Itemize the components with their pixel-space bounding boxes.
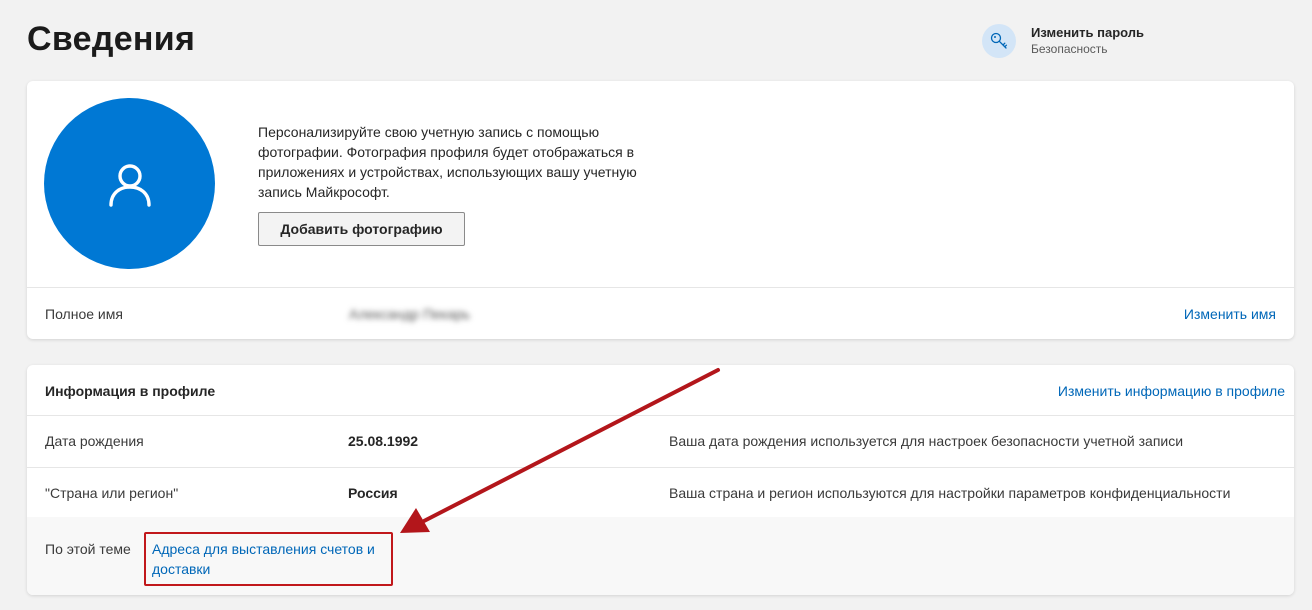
divider	[27, 467, 1294, 468]
full-name-value: Александр Пекарь	[349, 306, 471, 322]
birthdate-description: Ваша дата рождения используется для наст…	[669, 433, 1184, 449]
profile-info-card: Информация в профиле Изменить информацию…	[27, 365, 1294, 595]
key-icon	[982, 24, 1016, 58]
full-name-label: Полное имя	[45, 306, 123, 322]
profile-info-title: Информация в профиле	[45, 383, 216, 399]
edit-profile-info-link[interactable]: Изменить информацию в профиле	[1058, 383, 1285, 399]
page-title: Сведения	[27, 20, 196, 58]
birthdate-label: Дата рождения	[45, 433, 144, 449]
edit-name-link[interactable]: Изменить имя	[1184, 306, 1276, 322]
divider	[27, 415, 1294, 416]
billing-addresses-link[interactable]: Адреса для выставления счетов и доставки	[152, 539, 392, 579]
change-password-title[interactable]: Изменить пароль	[1031, 24, 1144, 41]
change-password-subtitle: Безопасность	[1031, 42, 1108, 56]
profile-photo-card: Персонализируйте свою учетную запись с п…	[27, 81, 1294, 339]
user-icon	[108, 163, 151, 207]
avatar	[44, 98, 215, 269]
divider	[27, 287, 1294, 288]
country-value: Россия	[348, 485, 398, 501]
photo-description: Персонализируйте свою учетную запись с п…	[258, 124, 637, 200]
country-description: Ваша страна и регион используются для на…	[669, 485, 1231, 501]
birthdate-value: 25.08.1992	[348, 433, 419, 449]
related-label: По этой теме	[45, 541, 131, 557]
add-photo-button[interactable]: Добавить фотографию	[258, 212, 465, 246]
change-password-link[interactable]: Изменить пароль Безопасность	[982, 24, 1144, 58]
country-label: "Страна или регион"	[45, 485, 179, 501]
